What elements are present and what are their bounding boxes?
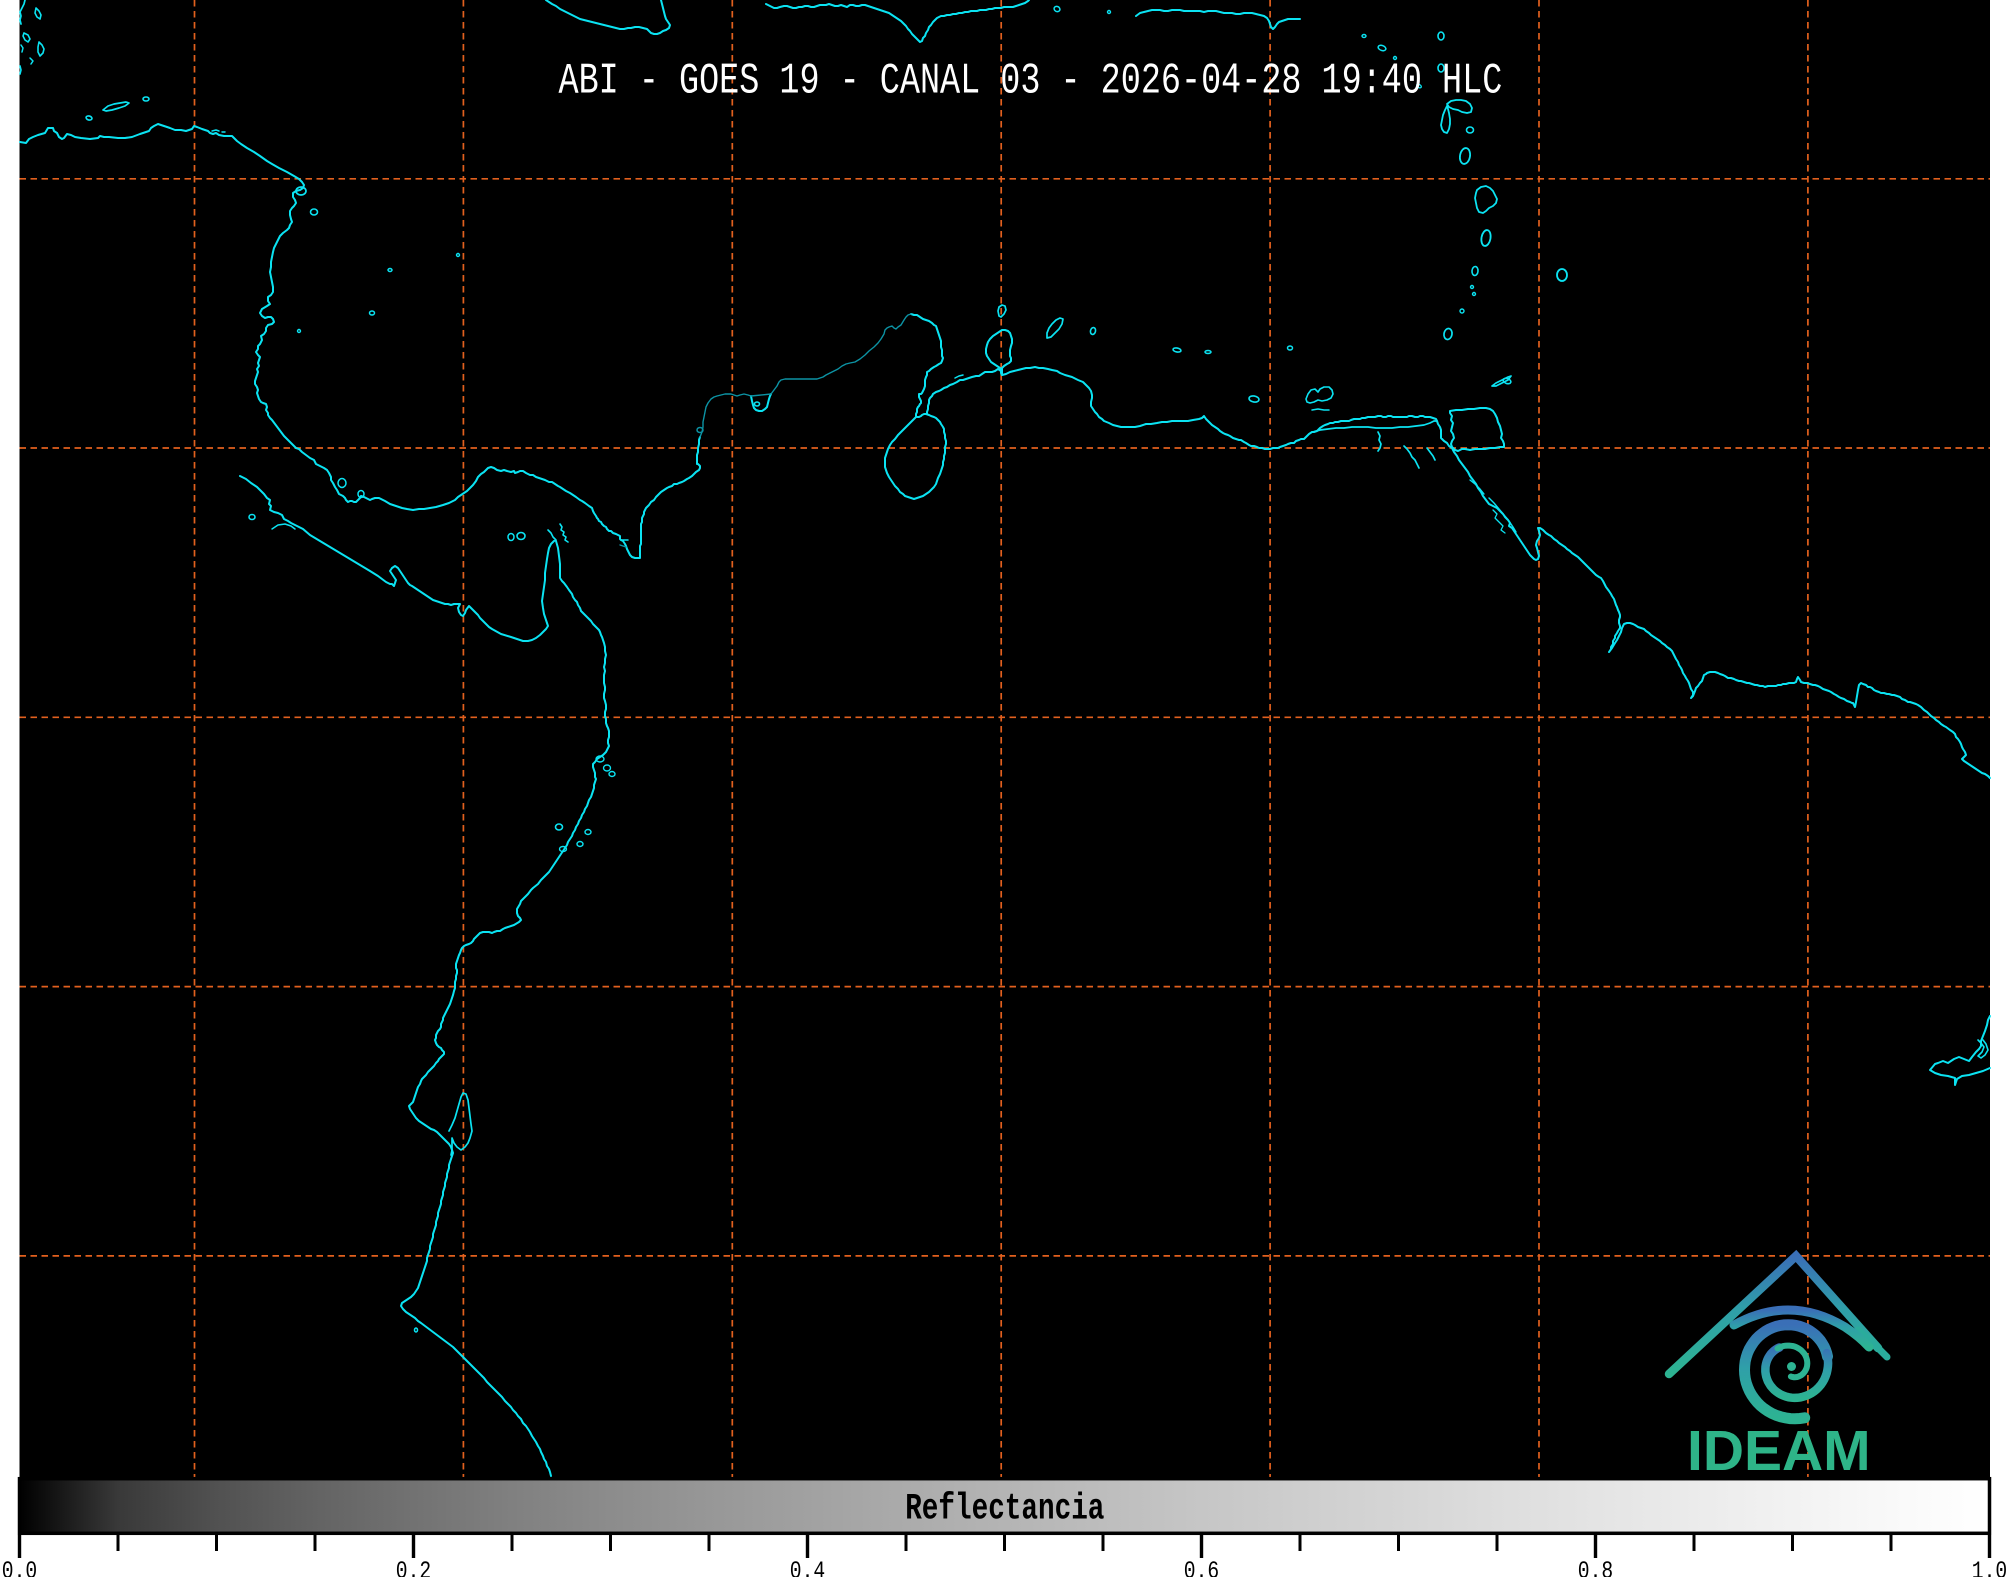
- svg-text:Reflectancia: Reflectancia: [905, 1488, 1104, 1530]
- svg-text:0.6: 0.6: [1184, 1557, 1219, 1577]
- svg-text:IDEAM: IDEAM: [1687, 1419, 1871, 1483]
- svg-text:0.2: 0.2: [396, 1557, 431, 1577]
- svg-text:ABI - GOES 19 - CANAL 03 - 202: ABI - GOES 19 - CANAL 03 - 2026-04-28 19…: [559, 57, 1503, 106]
- svg-text:0.0: 0.0: [2, 1557, 37, 1577]
- svg-text:0.8: 0.8: [1578, 1557, 1613, 1577]
- svg-text:0.4: 0.4: [790, 1557, 825, 1577]
- svg-text:1.0: 1.0: [1972, 1557, 2007, 1577]
